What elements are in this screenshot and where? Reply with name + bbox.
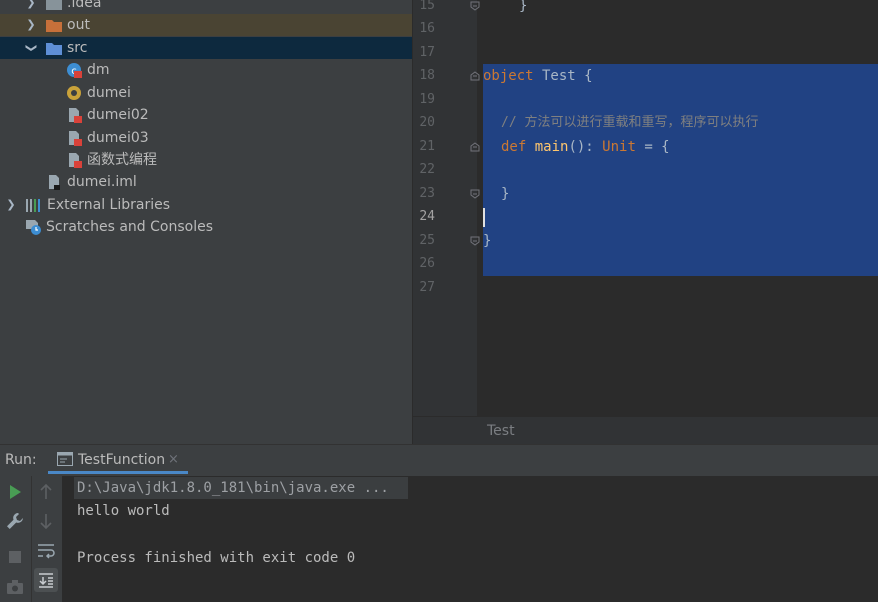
collapse-arrow-icon[interactable]: ❯ [20,42,42,54]
tree-item-out[interactable]: ❯ out [0,14,412,36]
tree-item-label: Scratches and Consoles [46,219,213,235]
toolbar-divider [31,476,32,602]
scala-object-icon: c [67,63,82,78]
line-number: 20 [419,115,435,130]
camera-icon[interactable] [5,577,25,597]
close-icon[interactable]: × [168,452,179,467]
scala-file-icon [69,108,82,123]
code-line-20-comment: // 方法可以进行重载和重写，程序可以执行 [501,115,759,130]
line-number: 23 [419,186,435,201]
tree-item-label: 函数式编程 [87,152,157,168]
console-line: hello world [77,503,170,519]
line-number: 17 [419,45,435,60]
breadcrumb[interactable]: Test [487,423,515,439]
arrow-up-icon[interactable] [36,482,56,502]
line-number: 25 [419,233,435,248]
scala-package-icon [67,86,81,100]
code-token: = { [635,139,670,155]
arrow-down-icon[interactable] [36,511,56,531]
text-selection [483,64,878,276]
fold-marker-icon[interactable] [470,1,480,11]
line-number: 27 [419,280,435,295]
expand-arrow-icon[interactable]: ❯ [25,0,37,14]
line-number: 15 [419,0,435,13]
run-toolbar [0,476,62,602]
soft-wrap-icon[interactable] [36,541,56,561]
folder-blue-icon [46,43,62,55]
code-line-25: } [483,233,492,249]
tree-item-src[interactable]: ❯ src [0,37,412,59]
tab-testfunction[interactable]: TestFunction × [48,445,188,474]
expand-arrow-icon[interactable]: ❯ [5,194,17,216]
type-token: Unit [602,139,636,155]
tree-item-dumei02[interactable]: dumei02 [0,104,412,126]
tree-item-scratches[interactable]: Scratches and Consoles [0,216,412,238]
tree-item-dumei-iml[interactable]: dumei.iml [0,171,412,193]
fold-marker-icon[interactable] [470,236,480,246]
code-token: Test { [533,68,593,84]
fold-marker-icon[interactable] [470,71,480,81]
code-line-23: } [501,186,510,202]
tree-item-dm[interactable]: c dm [0,59,412,81]
fold-marker-icon[interactable] [470,142,480,152]
tab-label: TestFunction [78,452,166,468]
tree-item-functional-programming[interactable]: 函数式编程 [0,149,412,171]
console-icon [57,452,73,466]
tree-item-idea[interactable]: ❯ .idea [0,0,412,14]
stop-icon[interactable] [5,547,25,567]
line-number: 26 [419,256,435,271]
tree-item-dumei[interactable]: dumei [0,82,412,104]
tree-item-label: src [67,40,88,56]
tree-item-label: .idea [67,0,102,11]
keyword-token: def [501,139,527,155]
scroll-to-end-button[interactable] [34,568,58,592]
code-token: (): [568,139,603,155]
line-number: 16 [419,21,435,36]
run-label: Run: [5,452,37,468]
folder-icon [46,0,62,10]
line-number: 19 [419,92,435,107]
tree-item-dumei03[interactable]: dumei03 [0,127,412,149]
expand-arrow-icon[interactable]: ❯ [25,14,37,36]
project-tree-panel: ❯ .idea ❯ out ❯ src c dm dumei dumei02 d… [0,0,412,444]
scratches-icon [26,220,41,235]
tree-item-label: out [67,17,90,33]
tree-item-label: dm [87,62,110,78]
line-number-current: 24 [419,209,435,224]
fold-marker-icon[interactable] [470,189,480,199]
tree-item-external-libraries[interactable]: ❯ External Libraries [0,194,412,216]
rerun-icon[interactable] [5,482,25,502]
tree-item-label: External Libraries [47,197,170,213]
folder-orange-icon [46,20,62,32]
tree-item-label: dumei [87,85,131,101]
text-caret [483,208,485,227]
scala-file-icon [69,131,82,146]
code-line-15: } [519,0,528,14]
tree-item-label: dumei02 [87,107,149,123]
keyword-token: object [483,68,534,84]
iml-file-icon [49,175,60,190]
line-number: 22 [419,162,435,177]
console-line: Process finished with exit code 0 [77,550,356,566]
line-number: 21 [419,139,435,154]
code-line-18: object Test { [483,64,593,88]
function-name-token: main [534,139,569,155]
libraries-icon [26,199,40,212]
breadcrumb-bar: Test [413,416,878,445]
tree-item-label: dumei03 [87,130,149,146]
line-number: 18 [419,68,435,83]
run-tool-window-header: Run: TestFunction × [0,444,878,477]
code-line-21: def main(): Unit = { [501,135,670,159]
scroll-to-end-icon [39,573,53,588]
tree-item-label: dumei.iml [67,174,137,190]
scala-file-icon [69,153,82,168]
console-line-command: D:\Java\jdk1.8.0_181\bin\java.exe ... [77,480,389,496]
wrench-icon[interactable] [5,511,25,531]
